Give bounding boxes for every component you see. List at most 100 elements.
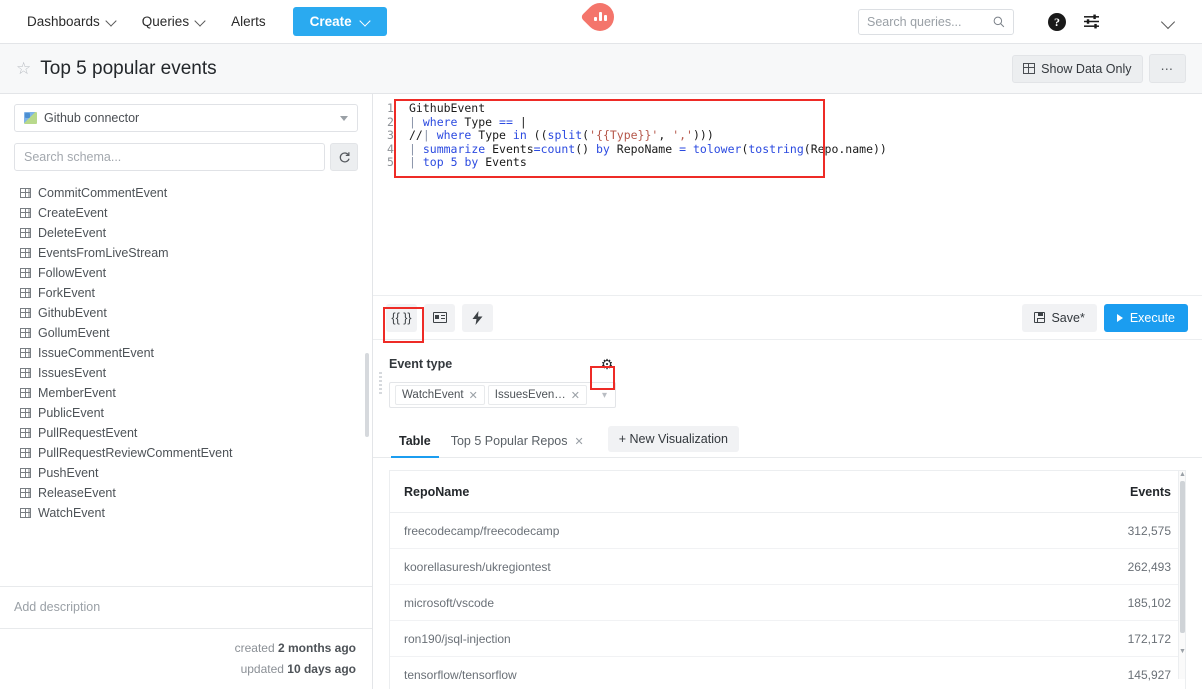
- save-button[interactable]: Save*: [1022, 303, 1097, 332]
- updated-label: updated: [240, 661, 284, 676]
- code-line: 1 GithubEvent: [383, 101, 1202, 116]
- schema-table-label: GithubEvent: [38, 306, 107, 320]
- schema-table-label: FollowEvent: [38, 266, 107, 280]
- schema-table-item[interactable]: CreateEvent: [0, 203, 372, 223]
- schema-table-item[interactable]: IssuesEvent: [0, 363, 372, 383]
- column-header-events[interactable]: Events: [1130, 485, 1171, 499]
- schema-table-item[interactable]: ReleaseEvent: [0, 483, 372, 503]
- schema-table-item[interactable]: PullRequestReviewCommentEvent: [0, 443, 372, 463]
- table-header-row: RepoName Events: [390, 471, 1185, 513]
- schema-table-label: PushEvent: [38, 466, 99, 480]
- code-line: 4 | summarize Events = count() by RepoName …: [383, 141, 1202, 157]
- cell-reponame: ron190/jsql-injection: [404, 631, 511, 646]
- column-header-reponame[interactable]: RepoName: [404, 485, 1130, 499]
- connector-select[interactable]: Github connector: [14, 104, 358, 132]
- schema-table-item[interactable]: FollowEvent: [0, 263, 372, 283]
- parameter-label: Event type: [389, 357, 453, 371]
- schema-table-label: CommitCommentEvent: [38, 186, 168, 200]
- new-visualization-button[interactable]: + New Visualization: [607, 426, 739, 452]
- app-root: Dashboards Queries Alerts Create Search …: [0, 0, 1202, 689]
- parameter-tag[interactable]: IssuesEven… ✕: [487, 385, 587, 405]
- schema-search-input[interactable]: Search schema...: [14, 143, 325, 171]
- code-token: =: [679, 141, 687, 156]
- show-data-only-label: Show Data Only: [1041, 61, 1132, 76]
- results-scroll-thumb[interactable]: [1180, 481, 1185, 633]
- query-editor[interactable]: 1 GithubEvent 2 | where Type == | 3//| where…: [373, 94, 1202, 296]
- table-icon: [20, 268, 31, 278]
- account-menu-button[interactable]: [1150, 5, 1184, 39]
- schema-table-item[interactable]: PushEvent: [0, 463, 372, 483]
- chevron-down-icon[interactable]: ▾: [602, 390, 607, 401]
- results-scrollbar[interactable]: ▲ ▼: [1178, 471, 1186, 679]
- panel-icon: [432, 312, 447, 323]
- tab-top-5-popular-repos[interactable]: Top 5 Popular Repos ✕: [441, 434, 594, 457]
- table-row[interactable]: koorellasuresh/ukregiontest 262,493: [390, 549, 1185, 585]
- table-row[interactable]: freecodecamp/freecodecamp 312,575: [390, 513, 1185, 549]
- schema-table-item[interactable]: EventsFromLiveStream: [0, 243, 372, 263]
- editor-toolbar-right: Save* Execute: [1022, 303, 1188, 332]
- table-row[interactable]: microsoft/vscode 185,102: [390, 585, 1185, 621]
- settings-button[interactable]: [1074, 5, 1108, 39]
- schema-table-item[interactable]: ForkEvent: [0, 283, 372, 303]
- nav-item-queries[interactable]: Queries: [129, 8, 218, 35]
- play-icon: [1116, 313, 1123, 322]
- show-data-only-button[interactable]: Show Data Only: [1012, 54, 1143, 83]
- schema-table-list[interactable]: CommitCommentEvent CreateEvent DeleteEvent…: [0, 171, 372, 586]
- execute-button[interactable]: Execute: [1103, 303, 1188, 332]
- nav-item-dashboards[interactable]: Dashboards: [14, 8, 129, 35]
- query-metadata: created 2 months ago updated 10 days ago: [0, 628, 372, 689]
- schema-table-item[interactable]: IssueCommentEvent: [0, 343, 372, 363]
- scroll-up-icon[interactable]: ▲: [1179, 471, 1186, 478]
- parameter-tag-label: IssuesEven…: [494, 389, 566, 401]
- description-input[interactable]: Add description: [0, 586, 372, 628]
- close-icon[interactable]: ✕: [571, 389, 580, 402]
- scroll-down-icon[interactable]: ▼: [1179, 648, 1186, 655]
- chevron-down-icon: [196, 17, 205, 26]
- app-logo[interactable]: [580, 0, 620, 37]
- search-queries-input[interactable]: Search queries...: [858, 8, 1014, 35]
- code-token: summarize: [422, 141, 486, 156]
- grid-icon: [1023, 63, 1036, 74]
- logo-bars: [586, 3, 614, 31]
- close-icon[interactable]: ✕: [574, 435, 583, 448]
- schema-table-item[interactable]: GithubEvent: [0, 303, 372, 323]
- schema-table-item[interactable]: WatchEvent: [0, 503, 372, 523]
- parameter-tag-label: WatchEvent: [402, 389, 464, 401]
- nav-left-group: Dashboards Queries Alerts Create: [0, 7, 387, 36]
- table-icon: [20, 228, 31, 238]
- schema-table-item[interactable]: DeleteEvent: [0, 223, 372, 243]
- table-row[interactable]: tensorflow/tensorflow 145,927: [390, 657, 1185, 689]
- close-icon[interactable]: ✕: [469, 389, 478, 402]
- parameter-value-select[interactable]: WatchEvent ✕ IssuesEven… ✕ ▾: [389, 382, 616, 408]
- table-icon: [20, 468, 31, 478]
- code-token: //: [409, 128, 423, 143]
- query-code[interactable]: 1 GithubEvent 2 | where Type == | 3//| where…: [373, 101, 1202, 170]
- schema-table-item[interactable]: MemberEvent: [0, 383, 372, 403]
- schema-table-item[interactable]: CommitCommentEvent: [0, 183, 372, 203]
- schema-table-item[interactable]: PublicEvent: [0, 403, 372, 423]
- code-token: RepoName: [609, 141, 680, 156]
- tab-table[interactable]: Table: [389, 434, 441, 458]
- refresh-schema-button[interactable]: [330, 143, 358, 171]
- schema-list-scrollbar[interactable]: [365, 353, 369, 437]
- table-icon: [20, 328, 31, 338]
- schema-table-item[interactable]: GollumEvent: [0, 323, 372, 343]
- star-outline-icon[interactable]: ☆: [16, 59, 31, 79]
- schema-table-item[interactable]: PullRequestEvent: [0, 423, 372, 443]
- parameter-settings-button[interactable]: ⚙: [597, 354, 617, 374]
- autocomplete-button[interactable]: [462, 303, 493, 332]
- create-button[interactable]: Create: [292, 7, 387, 36]
- nav-item-label: Alerts: [231, 14, 266, 29]
- table-row[interactable]: ron190/jsql-injection 172,172: [390, 621, 1185, 657]
- line-number: 2: [387, 114, 394, 129]
- query-parameters-button[interactable]: {{ }}: [386, 303, 417, 332]
- code-token: (: [741, 141, 749, 156]
- drag-handle[interactable]: [379, 372, 382, 394]
- help-button[interactable]: ?: [1040, 5, 1074, 39]
- chevron-down-icon: [361, 17, 370, 26]
- format-panel-button[interactable]: [424, 303, 455, 332]
- parameter-tag[interactable]: WatchEvent ✕: [395, 385, 485, 405]
- more-options-button[interactable]: ⋯: [1148, 54, 1186, 83]
- nav-item-alerts[interactable]: Alerts: [218, 8, 279, 35]
- table-icon: [20, 308, 31, 318]
